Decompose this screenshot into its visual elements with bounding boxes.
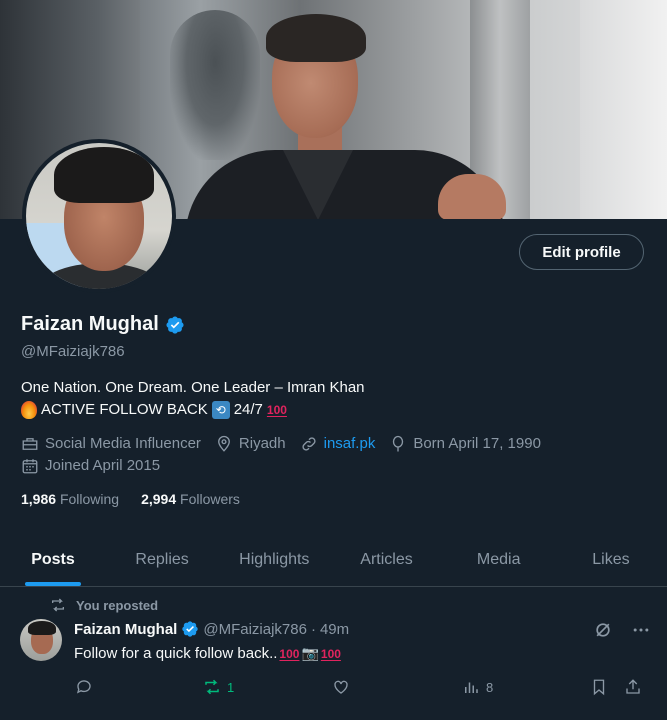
tab-replies[interactable]: Replies [106, 534, 218, 586]
meta-website[interactable]: insaf.pk [300, 433, 376, 455]
post-author-handle[interactable]: @MFaiziajk786 [203, 621, 307, 638]
followers-label: Followers [180, 491, 240, 507]
hundred-emoji-icon: 100 [279, 646, 300, 661]
tab-media[interactable]: Media [443, 534, 555, 586]
meta-birthday: Born April 17, 1990 [389, 433, 541, 455]
reply-action[interactable] [75, 678, 93, 696]
location-text: Riyadh [238, 435, 286, 452]
reply-icon [76, 680, 91, 694]
profile-bio: One Nation. One Dream. One Leader – Imra… [21, 377, 365, 421]
followers-stat[interactable]: 2,994 Followers [141, 491, 240, 507]
post-author-name[interactable]: Faizan Mughal [74, 621, 177, 638]
tab-likes[interactable]: Likes [555, 534, 667, 586]
post-body: Follow for a quick follow back.. [74, 645, 278, 662]
profile-meta: Social Media Influencer Riyadh insaf.pk … [21, 433, 541, 477]
share-action[interactable] [624, 678, 642, 696]
grok-icon[interactable] [593, 620, 613, 640]
briefcase-icon [22, 438, 38, 450]
website-link[interactable]: insaf.pk [324, 433, 376, 455]
following-count: 1,986 [21, 491, 57, 507]
post-separator: · [310, 620, 316, 638]
meta-location: Riyadh [215, 433, 286, 455]
views-action[interactable]: 8 [462, 678, 493, 696]
post-text: Follow for a quick follow back.. 100 📷 1… [74, 645, 341, 662]
link-icon [302, 437, 316, 451]
bookmark-icon [593, 679, 605, 696]
like-action[interactable] [332, 678, 350, 696]
views-icon [465, 682, 478, 693]
more-icon[interactable] [631, 620, 651, 640]
repost-indicator: You reposted [50, 597, 158, 613]
verified-badge-icon[interactable] [165, 315, 185, 335]
profile-name-row: Faizan Mughal [21, 313, 185, 336]
post-actions: 1 8 [0, 678, 667, 702]
profile-tabs: Posts Replies Highlights Articles Media … [0, 534, 667, 587]
post-tools [593, 620, 651, 640]
repost-icon [52, 598, 64, 612]
following-stat[interactable]: 1,986 Following [21, 491, 119, 507]
share-icon [626, 679, 640, 694]
verified-badge-icon[interactable] [181, 620, 199, 638]
like-icon [334, 680, 348, 694]
post-author-avatar[interactable] [20, 619, 62, 661]
edit-profile-button[interactable]: Edit profile [519, 234, 644, 270]
meta-category: Social Media Influencer [21, 433, 201, 455]
follow-stats: 1,986 Following 2,994 Followers [21, 491, 240, 507]
profile-name: Faizan Mughal [21, 313, 159, 335]
post-header: Faizan Mughal @MFaiziajk786 · 49m [74, 620, 349, 638]
balloon-icon [393, 435, 404, 452]
hundred-emoji-icon: 100 [320, 646, 341, 661]
post-time[interactable]: 49m [320, 621, 349, 638]
repost-label: You reposted [76, 597, 159, 613]
birthday-text: Born April 17, 1990 [413, 435, 541, 452]
meta-joined: Joined April 2015 [21, 455, 160, 477]
repeat-emoji-icon: ⟲ [211, 401, 230, 419]
followers-count: 2,994 [141, 491, 177, 507]
tab-articles[interactable]: Articles [330, 534, 442, 586]
location-pin-icon [217, 435, 230, 452]
tab-posts[interactable]: Posts [0, 534, 106, 586]
profile-handle: @MFaiziajk786 [21, 343, 125, 360]
profile-avatar[interactable] [22, 139, 176, 293]
following-label: Following [59, 491, 120, 507]
calendar-icon [22, 459, 38, 474]
hundred-emoji-icon: 100 [266, 403, 287, 417]
fire-emoji-icon [21, 401, 37, 419]
category-text: Social Media Influencer [45, 435, 201, 452]
bio-24-7-text: 24/7 [233, 401, 263, 418]
repost-action[interactable]: 1 [203, 678, 234, 696]
tab-highlights[interactable]: Highlights [218, 534, 330, 586]
repost-icon [205, 679, 219, 695]
bio-line-1: One Nation. One Dream. One Leader – Imra… [21, 379, 365, 396]
camera-emoji-icon: 📷 [301, 645, 319, 662]
bookmark-action[interactable] [590, 678, 608, 696]
bio-line-2: ACTIVE FOLLOW BACK ⟲ 24/7 100 [21, 399, 365, 421]
bio-follow-back-text: ACTIVE FOLLOW BACK [41, 401, 208, 418]
repost-count: 1 [227, 679, 235, 695]
views-count: 8 [486, 679, 494, 695]
joined-text: Joined April 2015 [45, 457, 161, 474]
